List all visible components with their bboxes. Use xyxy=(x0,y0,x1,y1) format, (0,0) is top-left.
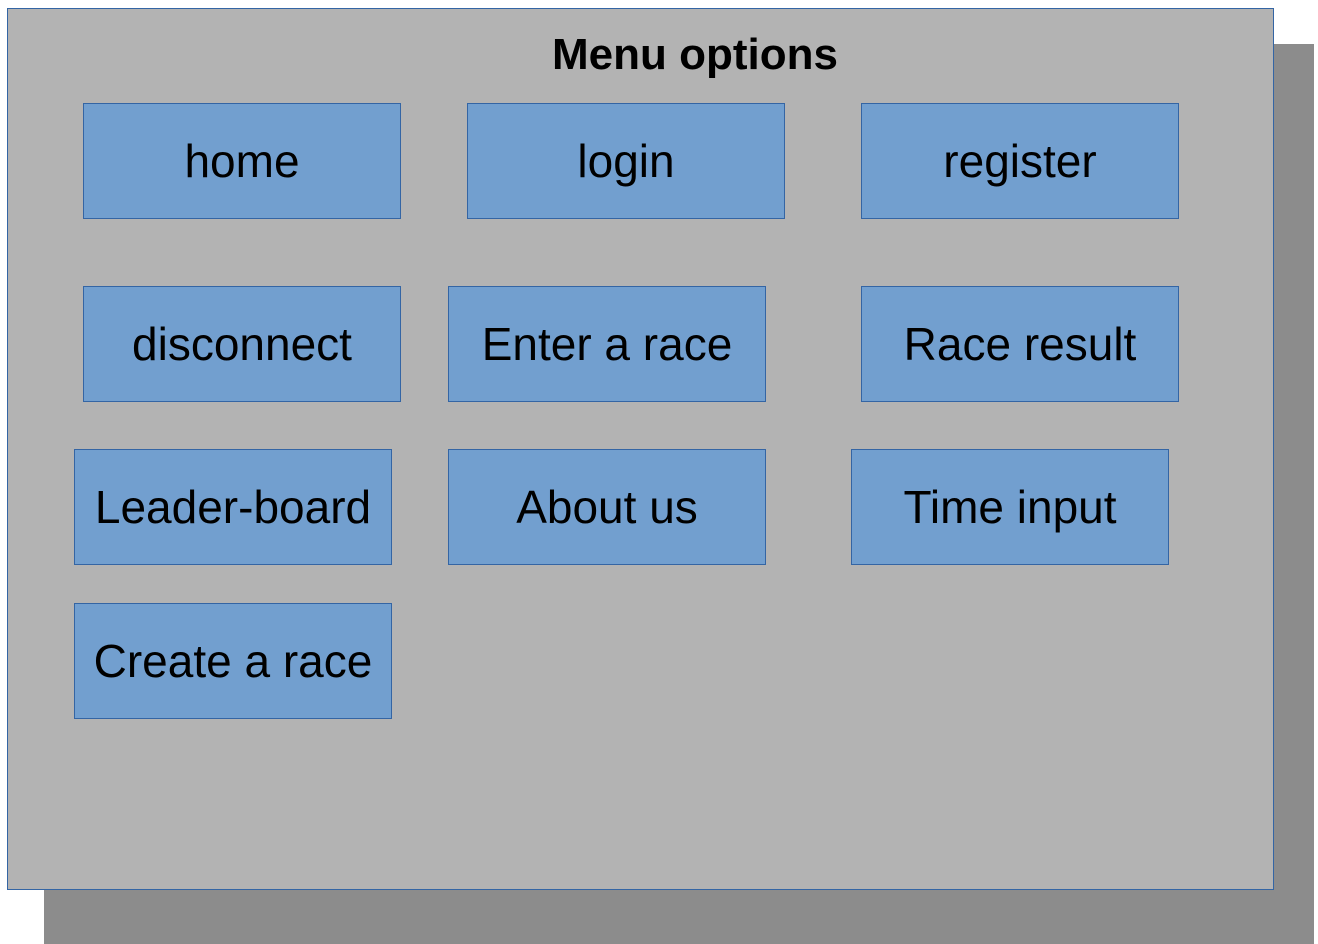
login-button[interactable]: login xyxy=(467,103,785,219)
disconnect-button[interactable]: disconnect xyxy=(83,286,401,402)
time-input-button[interactable]: Time input xyxy=(851,449,1169,565)
about-us-button[interactable]: About us xyxy=(448,449,766,565)
enter-race-button[interactable]: Enter a race xyxy=(448,286,766,402)
create-race-button[interactable]: Create a race xyxy=(74,603,392,719)
race-result-button[interactable]: Race result xyxy=(861,286,1179,402)
register-button[interactable]: register xyxy=(861,103,1179,219)
menu-title: Menu options xyxy=(552,30,838,79)
leader-board-button[interactable]: Leader-board xyxy=(74,449,392,565)
home-button[interactable]: home xyxy=(83,103,401,219)
